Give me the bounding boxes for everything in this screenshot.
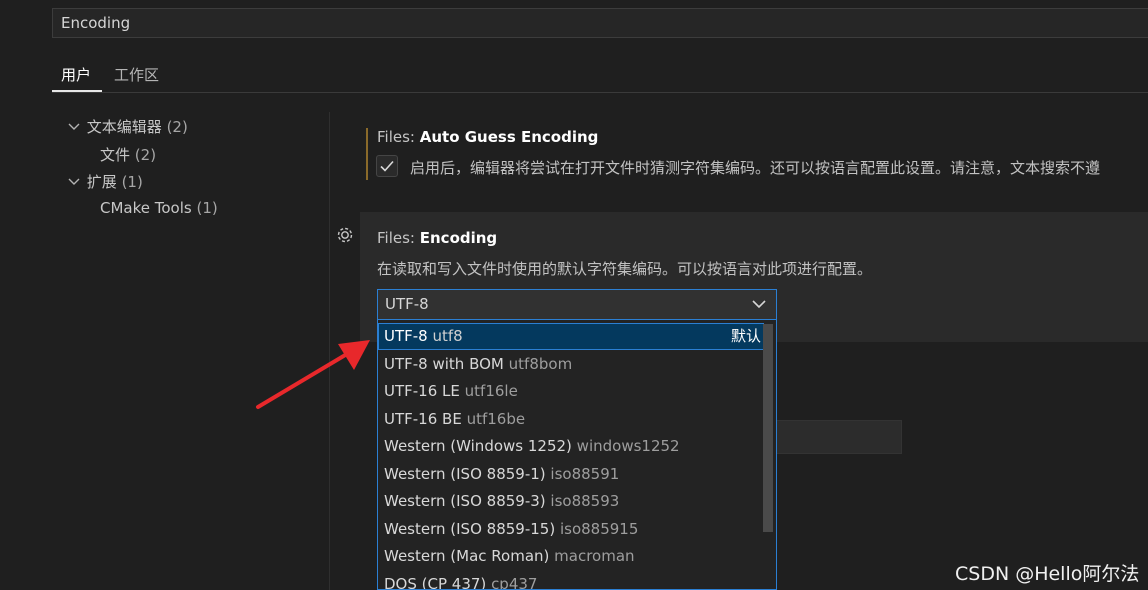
option-label: Western (ISO 8859-15): [384, 520, 556, 538]
option-id: windows1252: [576, 437, 680, 455]
settings-search-input[interactable]: Encoding: [52, 8, 1148, 38]
background-input: [776, 420, 902, 454]
dropdown-scrollbar[interactable]: [763, 324, 773, 532]
option-id: iso88591: [550, 465, 620, 483]
default-badge: 默认: [730, 327, 761, 345]
toc-count: (2): [166, 118, 188, 136]
dropdown-option[interactable]: Western (Windows 1252) windows1252: [378, 433, 764, 460]
dropdown-option[interactable]: Western (Mac Roman) macroman: [378, 543, 764, 570]
option-id: utf16be: [466, 410, 526, 428]
gear-icon[interactable]: [334, 224, 356, 246]
chevron-down-icon: [68, 121, 82, 136]
toc-item-files[interactable]: 文件 (2): [100, 144, 156, 165]
toc-label: 文件: [100, 146, 131, 164]
dropdown-option[interactable]: Western (ISO 8859-1) iso88591: [378, 461, 764, 488]
encoding-dropdown-list[interactable]: UTF-8 utf8 默认 UTF-8 with BOM utf8bom UTF…: [377, 320, 777, 590]
setting-category: Files:: [377, 128, 420, 146]
dropdown-option[interactable]: UTF-16 BE utf16be: [378, 406, 764, 433]
tab-user[interactable]: 用户: [61, 64, 91, 85]
settings-scope-tabs: 用户 工作区: [52, 60, 1148, 93]
dropdown-option[interactable]: UTF-8 utf8 默认: [378, 323, 764, 350]
toc-item-text-editor[interactable]: 文本编辑器 (2): [68, 116, 188, 137]
option-label: Western (ISO 8859-3): [384, 492, 546, 510]
toc-count: (2): [134, 146, 157, 164]
tab-workspace[interactable]: 工作区: [114, 64, 159, 85]
toc-item-cmake-tools[interactable]: CMake Tools (1): [100, 199, 218, 217]
annotation-arrow-icon: [256, 340, 370, 409]
dropdown-option[interactable]: Western (ISO 8859-15) iso885915: [378, 516, 764, 543]
toc-label: 扩展: [86, 173, 117, 191]
encoding-select[interactable]: UTF-8: [377, 289, 777, 320]
chevron-down-icon: [752, 300, 766, 309]
option-label: Western (ISO 8859-1): [384, 465, 546, 483]
setting-title-encoding: Files: Encoding: [377, 229, 497, 247]
chevron-down-icon: [68, 176, 82, 191]
toc-label: 文本编辑器: [86, 118, 162, 136]
dropdown-option[interactable]: DOS (CP 437) cp437: [378, 571, 764, 590]
dropdown-option[interactable]: UTF-16 LE utf16le: [378, 378, 764, 405]
auto-guess-encoding-checkbox[interactable]: [376, 155, 398, 177]
setting-category: Files:: [377, 229, 420, 247]
option-label: DOS (CP 437): [384, 575, 487, 590]
setting-name: Encoding: [419, 229, 498, 247]
modified-indicator: [366, 128, 368, 180]
option-id: iso885915: [559, 520, 639, 538]
option-id: utf16le: [464, 382, 518, 400]
option-label: UTF-16 LE: [384, 382, 460, 400]
option-id: utf8: [432, 327, 463, 345]
option-id: cp437: [491, 575, 538, 590]
option-label: UTF-8: [384, 327, 428, 345]
toc-count: (1): [196, 199, 218, 217]
dropdown-option[interactable]: Western (ISO 8859-3) iso88593: [378, 488, 764, 515]
option-label: Western (Mac Roman): [384, 547, 550, 565]
dropdown-option[interactable]: UTF-8 with BOM utf8bom: [378, 351, 764, 378]
toc-label: CMake Tools: [100, 199, 192, 217]
setting-title-auto-guess-encoding: Files: Auto Guess Encoding: [377, 128, 598, 146]
active-tab-indicator: [52, 90, 102, 92]
option-label: UTF-16 BE: [384, 410, 462, 428]
setting-description: 在读取和写入文件时使用的默认字符集编码。可以按语言对此项进行配置。: [377, 260, 873, 278]
check-icon: [380, 160, 394, 172]
toc-item-extensions[interactable]: 扩展 (1): [68, 171, 143, 192]
option-id: utf8bom: [508, 355, 573, 373]
option-id: macroman: [554, 547, 635, 565]
option-label: UTF-8 with BOM: [384, 355, 504, 373]
setting-description: 启用后，编辑器将尝试在打开文件时猜测字符集编码。还可以按语言配置此设置。请注意，…: [410, 159, 1101, 177]
setting-name: Auto Guess Encoding: [419, 128, 599, 146]
select-value: UTF-8: [385, 295, 429, 313]
watermark: CSDN @Hello阿尔法: [955, 563, 1140, 585]
option-label: Western (Windows 1252): [384, 437, 572, 455]
toc-count: (1): [121, 173, 143, 191]
option-id: iso88593: [550, 492, 620, 510]
